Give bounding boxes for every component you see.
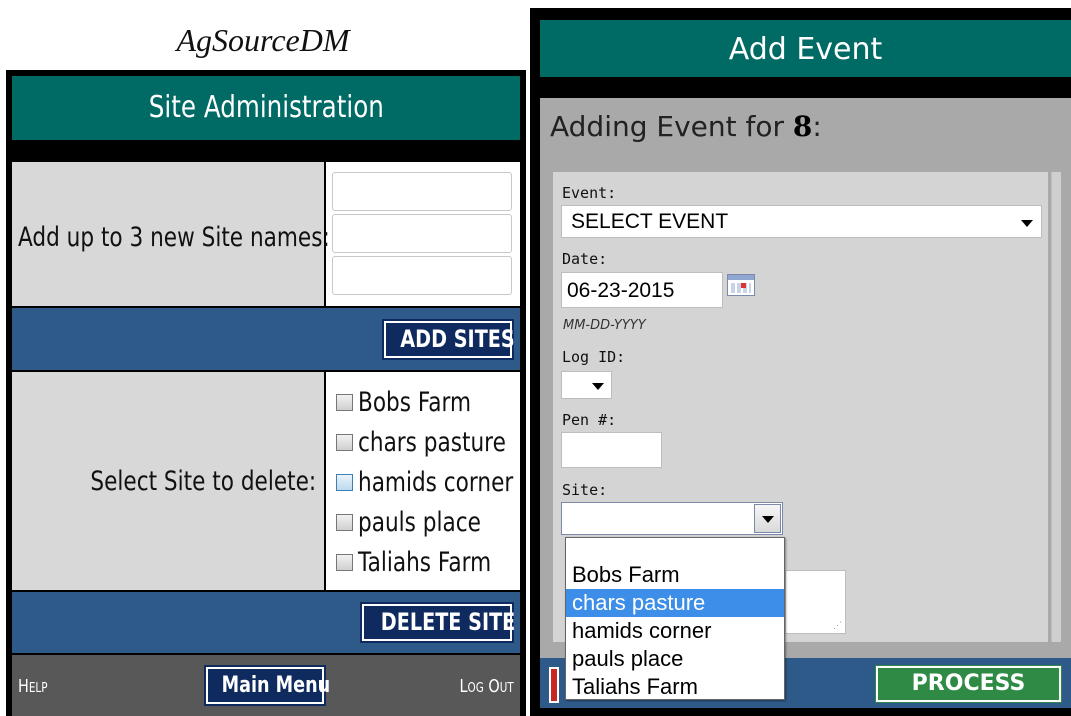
chevron-down-icon <box>762 516 774 523</box>
checkbox[interactable] <box>336 434 353 451</box>
log-id-label: Log ID: <box>562 348 626 366</box>
site-label: Site: <box>562 481 608 499</box>
resize-handle-icon[interactable]: ⋰ <box>833 620 842 631</box>
dropdown-option-highlighted[interactable]: chars pasture <box>566 589 784 617</box>
log-id-select[interactable] <box>561 371 612 399</box>
date-input[interactable]: 06-23-2015 <box>561 272 723 308</box>
help-link[interactable]: Help <box>18 676 55 697</box>
checkbox[interactable] <box>336 554 353 571</box>
site-admin-header: Site Administration <box>12 76 520 140</box>
dropdown-option[interactable]: hamids corner <box>566 617 784 645</box>
comments-textarea[interactable]: ⋰ <box>785 570 846 634</box>
animal-id: 8 <box>792 110 813 143</box>
new-site-name-input-2[interactable] <box>332 214 512 253</box>
pen-label: Pen #: <box>562 411 617 429</box>
checkbox[interactable] <box>336 474 353 491</box>
adding-event-heading: Adding Event for 8: <box>550 110 822 143</box>
checkbox[interactable] <box>336 514 353 531</box>
site-admin-title: Site Administration <box>148 90 384 125</box>
date-label: Date: <box>562 250 608 268</box>
chevron-down-icon <box>592 383 604 390</box>
delete-site-button[interactable]: DELETE SITE <box>360 602 515 643</box>
site-select-arrow-button[interactable] <box>754 504 781 533</box>
log-out-link[interactable]: Log Out <box>424 676 514 697</box>
process-button[interactable]: PROCESS <box>875 665 1062 703</box>
site-dropdown-list: Bobs Farm chars pasture hamids corner pa… <box>565 537 785 700</box>
date-format-hint: MM-DD-YYYY <box>563 318 646 333</box>
checkbox[interactable] <box>336 394 353 411</box>
add-sites-button[interactable]: ADD SITES <box>382 319 515 360</box>
dropdown-option[interactable]: pauls place <box>566 645 784 673</box>
cancel-button[interactable] <box>549 667 559 703</box>
delete-site-label: Select Site to delete: <box>90 466 316 497</box>
main-menu-button[interactable]: Main Menu <box>204 665 330 706</box>
calendar-icon[interactable] <box>727 274 755 296</box>
new-site-name-input-3[interactable] <box>332 256 512 295</box>
pen-input[interactable] <box>561 432 662 468</box>
dropdown-option[interactable]: Taliahs Farm <box>566 673 784 701</box>
chevron-down-icon <box>1021 220 1033 227</box>
form-scrollbar[interactable] <box>1051 172 1061 642</box>
add-event-title: Add Event <box>728 32 883 67</box>
add-event-header: Add Event <box>540 20 1071 77</box>
site-select[interactable] <box>561 502 783 535</box>
brand-logo-text: AgSourceDM <box>176 22 350 58</box>
event-label: Event: <box>562 184 617 202</box>
dropdown-option[interactable]: Bobs Farm <box>566 561 784 589</box>
new-site-name-input-1[interactable] <box>332 172 512 211</box>
event-select[interactable]: SELECT EVENT <box>561 205 1042 238</box>
